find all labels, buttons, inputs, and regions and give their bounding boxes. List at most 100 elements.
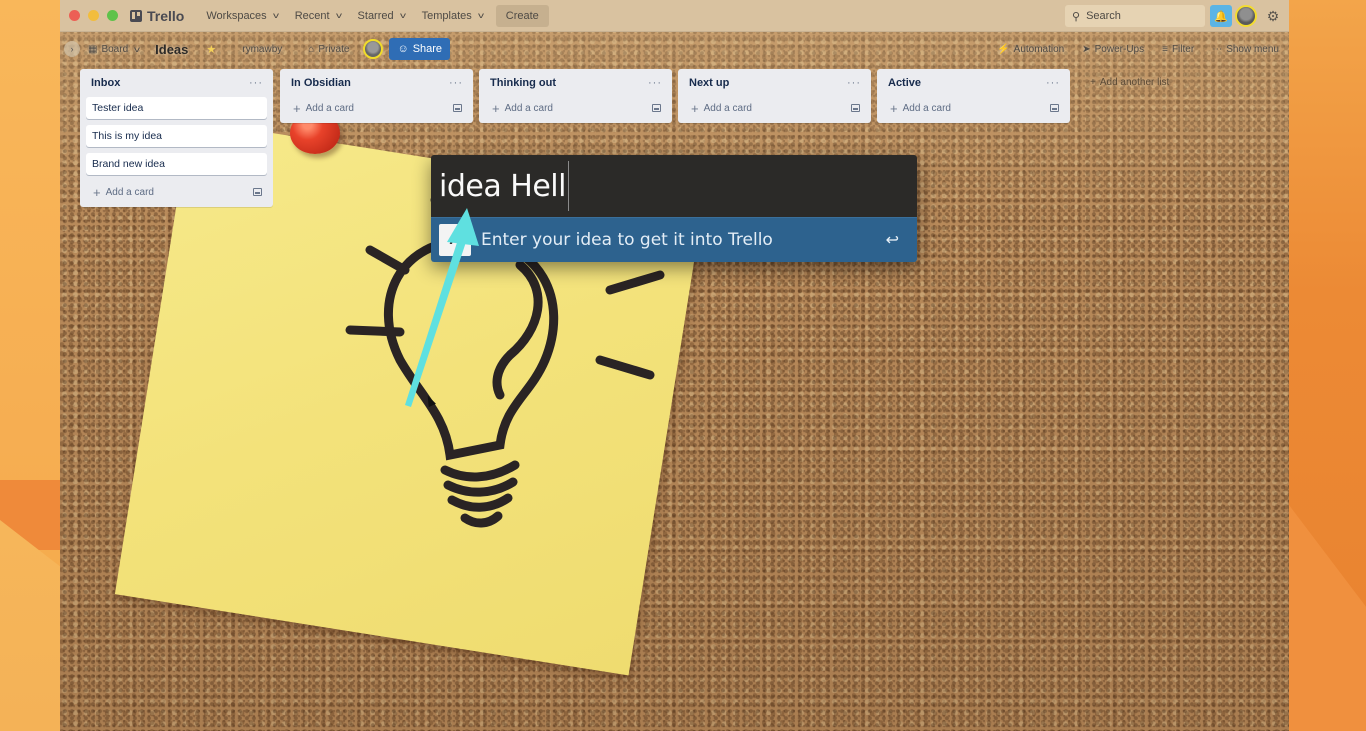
card-template-icon[interactable] bbox=[1050, 104, 1059, 112]
menu-starred[interactable]: Starred v bbox=[350, 6, 413, 26]
board-view-switcher[interactable]: ▦ Board v bbox=[88, 43, 141, 55]
list-menu-icon[interactable]: ··· bbox=[449, 77, 463, 89]
star-board-button[interactable]: ★ bbox=[206, 43, 216, 56]
launcher-result-item[interactable]: A Enter your idea to get it into Trello … bbox=[431, 217, 917, 262]
desktop-wallpaper-right bbox=[1289, 0, 1366, 731]
add-card-row: + Add a card bbox=[684, 97, 865, 119]
search-input[interactable]: ⚲ Search bbox=[1065, 5, 1205, 27]
zoom-window-button[interactable] bbox=[107, 10, 118, 21]
member-avatar[interactable] bbox=[363, 39, 384, 59]
browser-window: Trello Workspaces v Recent v Starred v Temp… bbox=[60, 0, 1289, 731]
menu-templates[interactable]: Templates v bbox=[414, 6, 491, 26]
automation-button[interactable]: ⚡ Automation bbox=[997, 44, 1064, 55]
board-view-label: Board bbox=[101, 43, 129, 55]
add-card-label: Add a card bbox=[305, 102, 354, 114]
filter-button[interactable]: ≡ Filter bbox=[1162, 44, 1194, 55]
board-title[interactable]: Ideas bbox=[155, 42, 188, 57]
user-avatar[interactable] bbox=[1235, 5, 1257, 27]
top-right-controls: ⚲ Search 🔔 ⚙ bbox=[1065, 0, 1289, 32]
workspace-button[interactable]: rymawby bbox=[242, 44, 282, 55]
list-title[interactable]: Thinking out bbox=[490, 77, 556, 89]
card-template-icon[interactable] bbox=[851, 104, 860, 112]
workflow-icon: A bbox=[439, 224, 471, 256]
share-button[interactable]: ☺ Share bbox=[389, 38, 451, 60]
create-button[interactable]: Create bbox=[495, 4, 549, 27]
add-card-button[interactable]: + Add a card bbox=[492, 102, 553, 115]
list-in-obsidian: In Obsidian ··· + Add a card bbox=[280, 69, 473, 123]
action-label: Power-Ups bbox=[1094, 43, 1145, 55]
minimize-window-button[interactable] bbox=[88, 10, 99, 21]
action-label: Filter bbox=[1171, 43, 1195, 55]
card-template-icon[interactable] bbox=[453, 104, 462, 112]
visibility-button[interactable]: ⌂ Private bbox=[308, 44, 349, 55]
launcher-query-text: idea Hell bbox=[439, 168, 566, 204]
board-actions: ⚡ Automation ➤ Power-Ups ≡ Filter ⋯ Show men… bbox=[997, 37, 1279, 61]
launcher-query-input[interactable]: idea Hell bbox=[431, 155, 917, 217]
list-header: Next up ··· bbox=[684, 75, 865, 91]
bell-icon: 🔔 bbox=[1214, 10, 1228, 23]
chevron-right-icon: › bbox=[70, 44, 74, 54]
window-controls bbox=[69, 10, 118, 21]
plus-icon: + bbox=[890, 100, 898, 116]
trello-logo[interactable]: Trello bbox=[130, 8, 184, 24]
user-icon: ☺ bbox=[397, 43, 409, 55]
expand-sidebar-button[interactable]: › bbox=[64, 41, 80, 57]
card[interactable]: Brand new idea bbox=[86, 153, 267, 175]
add-card-button[interactable]: + Add a card bbox=[93, 186, 154, 199]
power-ups-button[interactable]: ➤ Power-Ups bbox=[1082, 44, 1144, 55]
board-header: › ▦ Board v Ideas ★ rymawby ⌂ Private ☺ … bbox=[60, 37, 1289, 61]
card-template-icon[interactable] bbox=[652, 104, 661, 112]
list-title[interactable]: Next up bbox=[689, 77, 729, 89]
add-another-list-button[interactable]: + Add another list bbox=[1090, 77, 1169, 88]
chevron-down-icon: v bbox=[399, 11, 406, 20]
list-inbox: Inbox ··· Tester idea This is my idea Br… bbox=[80, 69, 273, 207]
add-card-label: Add a card bbox=[902, 102, 951, 114]
lightning-icon: ⚡ bbox=[997, 43, 1010, 55]
menu-label: Workspaces bbox=[206, 9, 267, 22]
search-placeholder: Search bbox=[1086, 10, 1121, 22]
card-template-icon[interactable] bbox=[253, 188, 262, 196]
chevron-down-icon: v bbox=[335, 11, 342, 20]
settings-button[interactable]: ⚙ bbox=[1257, 8, 1289, 25]
list-menu-icon[interactable]: ··· bbox=[847, 77, 861, 89]
show-menu-button[interactable]: ⋯ Show menu bbox=[1212, 44, 1279, 55]
add-card-button[interactable]: + Add a card bbox=[890, 102, 951, 115]
list-header: In Obsidian ··· bbox=[286, 75, 467, 91]
notifications-button[interactable]: 🔔 bbox=[1210, 5, 1232, 27]
close-window-button[interactable] bbox=[69, 10, 80, 21]
list-thinking-out: Thinking out ··· + Add a card bbox=[479, 69, 672, 123]
list-header: Thinking out ··· bbox=[485, 75, 666, 91]
chevron-down-icon: v bbox=[477, 11, 484, 20]
list-next-up: Next up ··· + Add a card bbox=[678, 69, 871, 123]
action-label: Show menu bbox=[1226, 43, 1279, 55]
list-title[interactable]: In Obsidian bbox=[291, 77, 351, 89]
list-menu-icon[interactable]: ··· bbox=[648, 77, 662, 89]
search-icon: ⚲ bbox=[1072, 10, 1081, 23]
add-card-label: Add a card bbox=[703, 102, 752, 114]
plus-icon: + bbox=[1090, 77, 1096, 88]
globe-icon: ⌂ bbox=[308, 43, 315, 55]
list-header: Active ··· bbox=[883, 75, 1064, 91]
add-card-row: + Add a card bbox=[485, 97, 666, 119]
card[interactable]: This is my idea bbox=[86, 125, 267, 147]
list-title[interactable]: Inbox bbox=[91, 77, 120, 89]
card[interactable]: Tester idea bbox=[86, 97, 267, 119]
add-card-button[interactable]: + Add a card bbox=[691, 102, 752, 115]
list-menu-icon[interactable]: ··· bbox=[249, 77, 263, 89]
add-card-row: + Add a card bbox=[86, 181, 267, 203]
list-active: Active ··· + Add a card bbox=[877, 69, 1070, 123]
menu-recent[interactable]: Recent v bbox=[287, 6, 349, 26]
enter-key-icon: ↩ bbox=[885, 232, 899, 249]
launcher-result-label: Enter your idea to get it into Trello bbox=[481, 230, 773, 250]
list-menu-icon[interactable]: ··· bbox=[1046, 77, 1060, 89]
chevron-down-icon: v bbox=[134, 44, 141, 54]
list-title[interactable]: Active bbox=[888, 77, 921, 89]
plus-icon: + bbox=[93, 184, 101, 200]
menu-workspaces[interactable]: Workspaces v bbox=[198, 6, 285, 26]
star-icon: ★ bbox=[206, 43, 217, 56]
add-list-label: Add another list bbox=[1099, 77, 1170, 88]
visibility-label: Private bbox=[318, 43, 350, 55]
trello-logo-icon bbox=[130, 9, 142, 22]
add-card-button[interactable]: + Add a card bbox=[293, 102, 354, 115]
menu-label: Recent bbox=[294, 9, 330, 22]
